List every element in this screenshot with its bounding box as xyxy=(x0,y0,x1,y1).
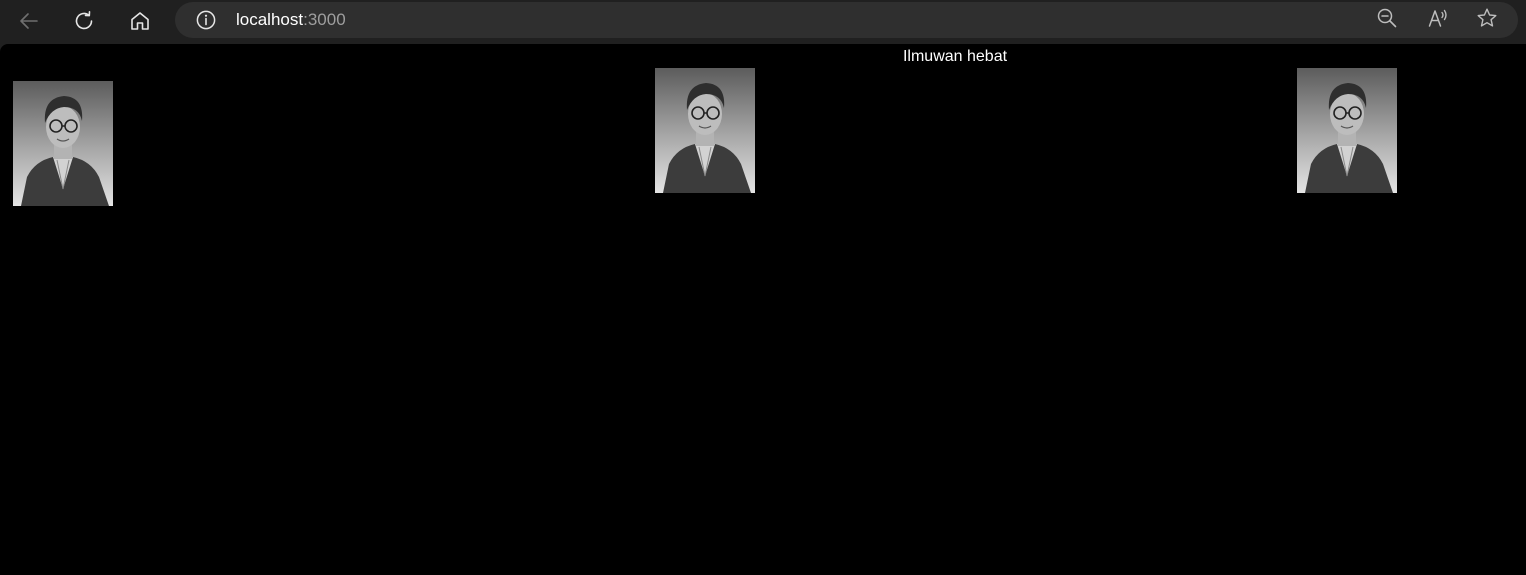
zoom-out-icon xyxy=(1376,7,1398,34)
url-text[interactable]: localhost:3000 xyxy=(236,10,346,30)
portrait-image-2 xyxy=(655,68,755,193)
info-icon[interactable] xyxy=(196,10,216,30)
reload-button[interactable] xyxy=(67,4,101,38)
home-button[interactable] xyxy=(123,4,157,38)
page-heading: Ilmuwan hebat xyxy=(902,48,1008,65)
back-button[interactable] xyxy=(12,4,46,38)
favorite-button[interactable] xyxy=(1471,4,1503,36)
browser-toolbar: localhost:3000 xyxy=(0,0,1526,42)
reload-icon xyxy=(72,9,96,33)
read-aloud-button[interactable] xyxy=(1422,4,1454,36)
address-bar[interactable]: localhost:3000 xyxy=(175,2,1518,38)
portrait-image-1 xyxy=(13,81,113,206)
read-aloud-icon xyxy=(1427,7,1449,34)
page-viewport: Ilmuwan hebat xyxy=(0,44,1526,575)
url-port: :3000 xyxy=(303,10,346,29)
zoom-button[interactable] xyxy=(1371,4,1403,36)
home-icon xyxy=(128,9,152,33)
star-icon xyxy=(1476,7,1498,34)
back-arrow-icon xyxy=(17,9,41,33)
url-host: localhost xyxy=(236,10,304,29)
portrait-image-3 xyxy=(1297,68,1397,193)
